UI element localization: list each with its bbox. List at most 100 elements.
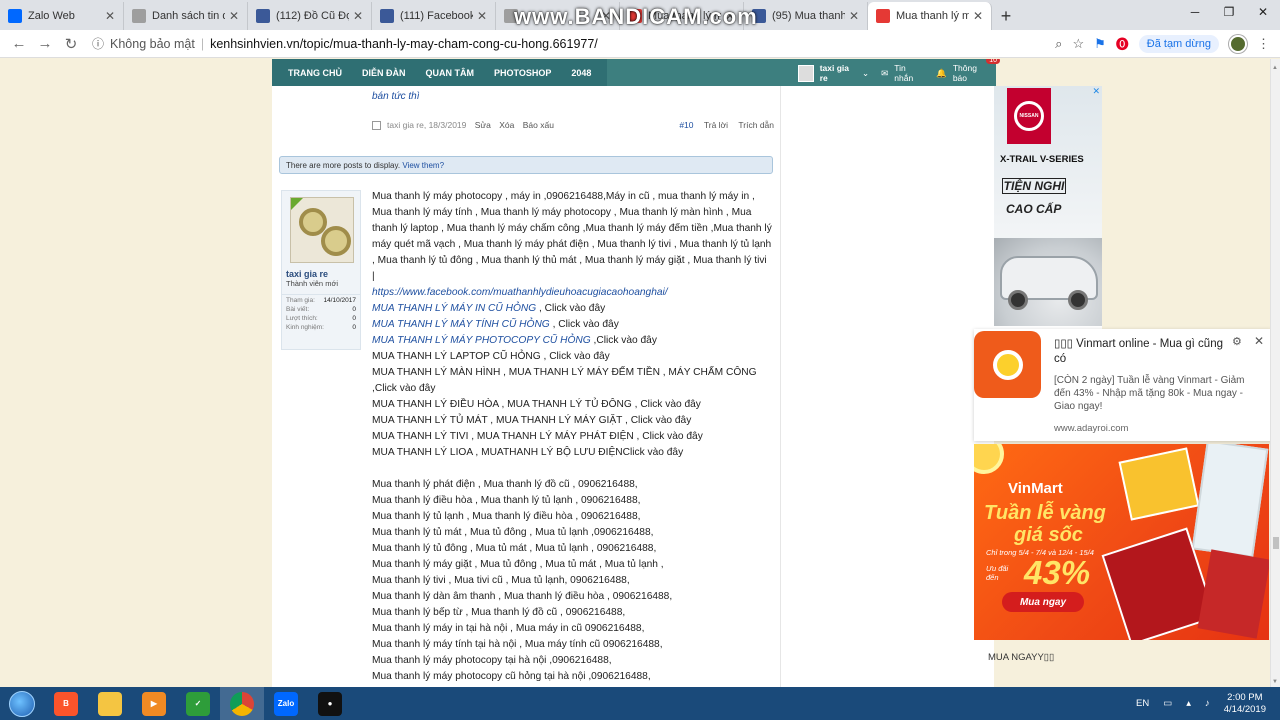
tray-arrow-icon[interactable]: ▴ xyxy=(1186,698,1191,709)
push-notification[interactable]: ▯▯▯ Vinmart online - Mua gì cũng có [CÒN… xyxy=(974,329,1272,441)
media-player-app[interactable]: ▶ xyxy=(132,687,176,720)
scroll-up-icon[interactable]: ▲ xyxy=(1272,65,1278,71)
ad-choices-icon[interactable]: ✕ xyxy=(1092,86,1100,97)
forward-icon[interactable]: → xyxy=(32,35,58,52)
product-image-4 xyxy=(1197,549,1269,639)
user-avatar[interactable] xyxy=(798,64,814,82)
clock[interactable]: 2:00 PM 4/14/2019 xyxy=(1224,692,1266,716)
info-icon[interactable]: ⓘ xyxy=(92,35,104,52)
tab-close-icon[interactable]: ✕ xyxy=(229,9,239,23)
zalo-app[interactable]: Zalo xyxy=(264,687,308,720)
browser-tab[interactable]: Danh sách tin đ ✕ xyxy=(124,2,248,30)
facebook-link[interactable]: https://www.facebook.com/muathanhlydieuh… xyxy=(372,287,668,298)
online-indicator xyxy=(291,198,303,210)
edit-link[interactable]: Sửa xyxy=(475,120,491,130)
quote-link[interactable]: Trích dẫn xyxy=(738,120,774,130)
vinmart-app-icon xyxy=(974,331,1041,398)
chevron-down-icon[interactable]: ⌄ xyxy=(862,68,869,79)
file-explorer-app[interactable] xyxy=(88,687,132,720)
author-name[interactable]: taxi gia re xyxy=(282,269,360,279)
window-controls: ─ ❐ ✕ xyxy=(1178,0,1280,24)
browser-tab[interactable]: (95) Mua thanh ✕ xyxy=(744,2,868,30)
back-icon[interactable]: ← xyxy=(6,35,32,52)
notifications-link[interactable]: Thông báo 10 xyxy=(953,59,1001,83)
brave-app[interactable]: B xyxy=(44,687,88,720)
new-tab-button[interactable]: + xyxy=(992,2,1020,30)
tab-close-icon[interactable]: ✕ xyxy=(849,9,859,23)
username[interactable]: taxi gia re xyxy=(820,63,856,83)
post-link-suffix: , Click vào đây xyxy=(536,303,606,314)
extension-icon[interactable]: ⚑ xyxy=(1094,36,1106,52)
nav-2048[interactable]: 2048 xyxy=(561,68,601,78)
scroll-down-icon[interactable]: ▼ xyxy=(1272,679,1278,685)
volume-icon[interactable]: ♪ xyxy=(1205,698,1210,709)
messages-link[interactable]: Tin nhắn xyxy=(894,63,924,83)
tab-close-icon[interactable]: ✕ xyxy=(477,9,487,23)
post-link[interactable]: MUA THANH LÝ MÁY IN CŨ HỎNG xyxy=(372,303,536,314)
pinterest-icon[interactable]: ⓿ xyxy=(1116,34,1129,53)
network-icon[interactable]: ▭ xyxy=(1163,698,1172,709)
minimize-icon[interactable]: ─ xyxy=(1178,0,1212,24)
browser-tab[interactable]: Zalo Web ✕ xyxy=(0,2,124,30)
reply-link[interactable]: Trả lời xyxy=(704,120,728,130)
post-text-line: Mua thanh lý tủ lạnh , Mua thanh lý điều… xyxy=(372,511,641,522)
zoom-icon[interactable]: ⌕ xyxy=(1055,36,1062,52)
nav-forum[interactable]: DIỄN ĐÀN xyxy=(352,68,416,78)
profile-avatar[interactable] xyxy=(1229,34,1247,53)
view-more-link[interactable]: View them? xyxy=(402,161,444,170)
nav-home[interactable]: TRANG CHỦ xyxy=(278,68,352,78)
language-indicator[interactable]: EN xyxy=(1136,698,1149,709)
author-avatar[interactable] xyxy=(290,197,354,263)
scroll-thumb[interactable] xyxy=(1273,537,1279,549)
reload-icon[interactable]: ↻ xyxy=(58,35,84,53)
ad-discount-label: Ưu đãi đến xyxy=(986,564,1009,582)
browser-toolbar: ← → ↻ ⓘ Không bảo mật | kenhsinhvien.vn/… xyxy=(0,30,1280,58)
gear-icon[interactable]: ⚙ xyxy=(1232,335,1242,348)
browser-tab[interactable]: (111) Facebook ✕ xyxy=(372,2,496,30)
tab-label: Danh sách tin đ xyxy=(152,10,225,22)
author-stat: Bài viết: 0 xyxy=(282,304,360,313)
url-text[interactable]: kenhsinhvien.vn/topic/mua-thanh-ly-may-c… xyxy=(210,37,598,51)
report-link[interactable]: Báo xấu xyxy=(523,120,554,130)
page-scrollbar[interactable]: ▲ ▼ xyxy=(1270,59,1280,687)
chrome-app[interactable] xyxy=(220,687,264,720)
site-navbar: TRANG CHỦ DIỄN ĐÀN QUAN TÂM PHOTOSHOP 20… xyxy=(272,59,1001,86)
green-app[interactable]: ✓ xyxy=(176,687,220,720)
author-stat: Lượt thích: 0 xyxy=(282,313,360,322)
restore-icon[interactable]: ❐ xyxy=(1212,0,1246,24)
tab-close-icon[interactable]: ✕ xyxy=(105,9,115,23)
menu-icon[interactable]: ⋮ xyxy=(1257,36,1270,52)
nissan-ad[interactable]: ✕ NISSAN X-TRAIL V-SERIES TIỆN NGHI CAO … xyxy=(994,86,1102,329)
buy-now-button[interactable]: Mua ngay xyxy=(1002,592,1084,612)
nav-following[interactable]: QUAN TÂM xyxy=(416,68,485,78)
post-link[interactable]: MUA THANH LÝ MÁY TÍNH CŨ HỎNG xyxy=(372,319,550,330)
close-window-icon[interactable]: ✕ xyxy=(1246,0,1280,24)
start-button[interactable] xyxy=(0,687,44,720)
tab-close-icon[interactable]: ✕ xyxy=(353,9,363,23)
close-icon[interactable]: ✕ xyxy=(1254,334,1264,348)
address-bar[interactable]: ⓘ Không bảo mật | kenhsinhvien.vn/topic/… xyxy=(92,33,1022,55)
record-app[interactable]: ● xyxy=(308,687,352,720)
post-text-line: Mua thanh lý tivi , Mua tivi cũ , Mua tủ… xyxy=(372,575,630,586)
tab-close-icon[interactable]: ✕ xyxy=(973,9,983,23)
nav-photoshop[interactable]: PHOTOSHOP xyxy=(484,68,561,78)
product-image-1 xyxy=(1118,447,1200,521)
post-link-line: MUA THANH LÝ MÁY IN CŨ HỎNG , Click vào … xyxy=(372,301,772,317)
vinmart-logo: VinMart xyxy=(1008,480,1063,497)
browser-tab[interactable]: (112) Đồ Cũ Đọ ✕ xyxy=(248,2,372,30)
vinmart-ad-banner[interactable]: VinMart Tuần lễ vàng giá sốc Chỉ trong 5… xyxy=(974,444,1269,640)
ad-caption[interactable]: MUA NGAYY▯▯ xyxy=(988,652,1054,663)
post-link-line: MUA THANH LÝ MÁY PHOTOCOPY CŨ HỎNG ,Clic… xyxy=(372,333,772,349)
bookmark-star-icon[interactable]: ☆ xyxy=(1072,36,1084,52)
previous-post-meta: taxi gia re, 18/3/2019 Sửa Xóa Báo xấu #… xyxy=(372,120,774,130)
nissan-logo-text: NISSAN xyxy=(1014,101,1044,131)
post-number[interactable]: #10 xyxy=(679,120,693,130)
previous-post-tail: bán tức thì xyxy=(372,91,420,102)
delete-link[interactable]: Xóa xyxy=(499,120,514,130)
post-link[interactable]: MUA THANH LÝ MÁY PHOTOCOPY CŨ HỎNG xyxy=(372,335,591,346)
author-date-text[interactable]: taxi gia re, 18/3/2019 xyxy=(387,120,466,130)
browser-tab[interactable]: Mua thanh lý m ✕ xyxy=(868,2,992,30)
post-text-line: MUA THANH LÝ LIOA , MUATHANH LÝ BỘ LƯU Đ… xyxy=(372,447,684,458)
select-checkbox[interactable] xyxy=(372,121,381,130)
sync-paused-button[interactable]: Đã tạm dừng xyxy=(1138,34,1219,53)
